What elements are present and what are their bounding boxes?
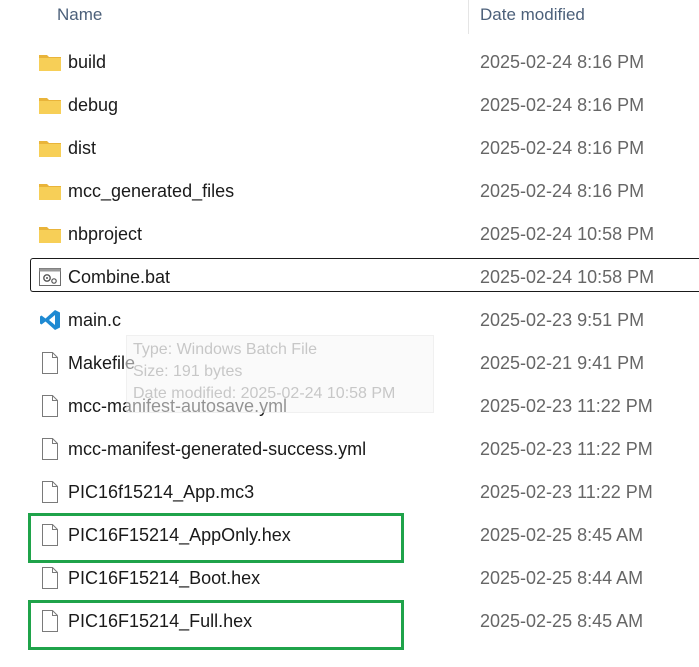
file-name: debug: [68, 95, 119, 115]
file-name: mcc-manifest-generated-success.yml: [68, 439, 367, 459]
file-date: 2025-02-24 10:58 PM: [480, 267, 655, 287]
column-header-date-modified[interactable]: Date modified: [480, 5, 585, 25]
folder-icon: [38, 179, 62, 203]
file-icon: [38, 523, 62, 547]
file-name: Makefile: [68, 353, 136, 373]
file-date: 2025-02-24 8:16 PM: [480, 138, 645, 158]
file-date: 2025-02-23 11:22 PM: [480, 439, 653, 459]
column-header: Name Date modified: [0, 0, 699, 34]
file-date: 2025-02-25 8:45 AM: [480, 525, 644, 545]
file-name: PIC16F15214_AppOnly.hex: [68, 525, 291, 545]
file-name: nbproject: [68, 224, 143, 244]
file-name: main.c: [68, 310, 122, 330]
column-header-name[interactable]: Name: [57, 5, 102, 25]
file-name: PIC16F15214_Full.hex: [68, 611, 253, 631]
file-date: 2025-02-21 9:41 PM: [480, 353, 645, 373]
file-row-combine-bat[interactable]: Combine.bat 2025-02-24 10:58 PM: [0, 256, 699, 299]
column-divider[interactable]: [468, 0, 469, 34]
batch-file-icon: [38, 265, 62, 289]
file-row-mcc-manifest-generated-success[interactable]: mcc-manifest-generated-success.yml 2025-…: [0, 428, 699, 471]
file-name: PIC16f15214_App.mc3: [68, 482, 255, 502]
folder-icon: [38, 136, 62, 160]
file-name: PIC16F15214_Boot.hex: [68, 568, 261, 588]
file-row-build[interactable]: build 2025-02-24 8:16 PM: [0, 41, 699, 84]
file-date: 2025-02-23 11:22 PM: [480, 396, 653, 416]
file-date: 2025-02-25 8:44 AM: [480, 568, 644, 588]
file-info-tooltip: Type: Windows Batch File Size: 191 bytes…: [126, 335, 434, 413]
file-name: Combine.bat: [68, 267, 171, 287]
file-date: 2025-02-25 8:45 AM: [480, 611, 644, 631]
file-date: 2025-02-24 8:16 PM: [480, 52, 645, 72]
file-row-debug[interactable]: debug 2025-02-24 8:16 PM: [0, 84, 699, 127]
file-date: 2025-02-24 8:16 PM: [480, 181, 645, 201]
file-row-pic16f15214-full-hex[interactable]: PIC16F15214_Full.hex 2025-02-25 8:45 AM: [0, 600, 699, 643]
tooltip-size: Size: 191 bytes: [133, 363, 243, 380]
file-row-dist[interactable]: dist 2025-02-24 8:16 PM: [0, 127, 699, 170]
file-icon: [38, 351, 62, 375]
file-name: dist: [68, 138, 97, 158]
file-row-pic16f15214-apponly-hex[interactable]: PIC16F15214_AppOnly.hex 2025-02-25 8:45 …: [0, 514, 699, 557]
folder-icon: [38, 50, 62, 74]
file-date: 2025-02-24 8:16 PM: [480, 95, 645, 115]
file-date: 2025-02-23 11:22 PM: [480, 482, 653, 502]
file-icon: [38, 609, 62, 633]
file-row-pic16f15214-app-mc3[interactable]: PIC16f15214_App.mc3 2025-02-23 11:22 PM: [0, 471, 699, 514]
tooltip-date: Date modified: 2025-02-24 10:58 PM: [133, 385, 396, 402]
file-icon: [38, 480, 62, 504]
tooltip-type: Type: Windows Batch File: [133, 341, 318, 358]
folder-icon: [38, 93, 62, 117]
folder-icon: [38, 222, 62, 246]
file-row-nbproject[interactable]: nbproject 2025-02-24 10:58 PM: [0, 213, 699, 256]
file-icon: [38, 566, 62, 590]
file-row-pic16f15214-boot-hex[interactable]: PIC16F15214_Boot.hex 2025-02-25 8:44 AM: [0, 557, 699, 600]
file-date: 2025-02-23 9:51 PM: [480, 310, 645, 330]
vscode-icon: [38, 308, 62, 332]
file-icon: [38, 437, 62, 461]
file-name: build: [68, 52, 107, 72]
file-date: 2025-02-24 10:58 PM: [480, 224, 655, 244]
file-name: mcc_generated_files: [68, 181, 235, 201]
file-row-mcc-generated-files[interactable]: mcc_generated_files 2025-02-24 8:16 PM: [0, 170, 699, 213]
file-icon: [38, 394, 62, 418]
